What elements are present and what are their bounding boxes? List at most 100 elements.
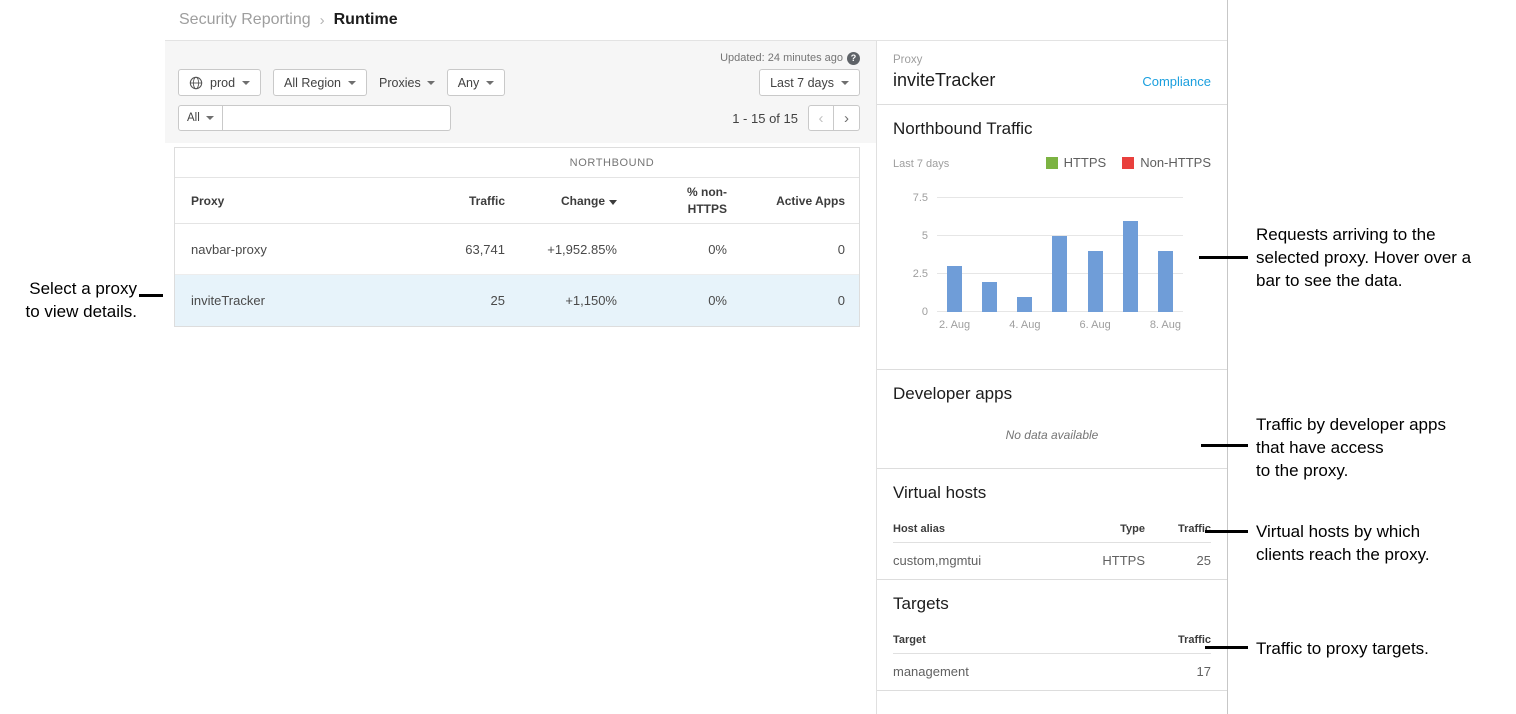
cell-active-apps: 0 bbox=[727, 242, 859, 257]
chart-bar[interactable] bbox=[1052, 236, 1067, 312]
chart-x-tick: 8. Aug bbox=[1148, 319, 1183, 331]
annotation-line: Select a proxy bbox=[0, 277, 137, 300]
annotation-targets: Traffic to proxy targets. bbox=[1256, 637, 1506, 660]
proxy-detail-panel: Proxy inviteTracker Compliance Northboun… bbox=[876, 41, 1227, 714]
chart-y-tick: 5 bbox=[922, 230, 928, 242]
group-header-label: NORTHBOUND bbox=[365, 157, 859, 169]
chart-bar-slot bbox=[1113, 198, 1148, 312]
breadcrumb-separator-icon: › bbox=[320, 12, 325, 29]
chevron-down-icon bbox=[348, 81, 356, 85]
chart-x-tick: 6. Aug bbox=[1078, 319, 1113, 331]
updated-text: Updated: 24 minutes ago bbox=[720, 52, 843, 64]
annotation-line: selected proxy. Hover over a bbox=[1256, 246, 1516, 269]
cell-traffic: 25 bbox=[365, 293, 505, 308]
chart-x-tick: 2. Aug bbox=[937, 319, 972, 331]
prev-page-button[interactable]: ‹ bbox=[808, 105, 834, 131]
callout-line-select-proxy bbox=[139, 294, 163, 297]
chart-bar[interactable] bbox=[1158, 251, 1173, 312]
chart-bar[interactable] bbox=[982, 282, 997, 312]
chart-x-tick bbox=[1113, 319, 1148, 331]
callout-line-virtual-hosts bbox=[1205, 530, 1248, 533]
section-title-developer-apps: Developer apps bbox=[893, 384, 1211, 404]
annotation-line: bar to see the data. bbox=[1256, 269, 1516, 292]
chart-y-tick: 2.5 bbox=[913, 268, 928, 280]
column-header-proxy[interactable]: Proxy bbox=[175, 194, 365, 208]
annotation-line: Virtual hosts by which bbox=[1256, 520, 1506, 543]
proxy-label: Proxy bbox=[893, 54, 1211, 66]
cell-proxy: navbar-proxy bbox=[175, 242, 365, 257]
column-header-traffic: Traffic bbox=[1145, 626, 1211, 654]
section-title-northbound: Northbound Traffic bbox=[893, 119, 1211, 139]
chart-bar-slot bbox=[1078, 198, 1113, 312]
chart-bar-slot bbox=[937, 198, 972, 312]
callout-line-targets bbox=[1205, 646, 1248, 649]
chart-bar[interactable] bbox=[1123, 221, 1138, 312]
column-header-non-https[interactable]: % non-HTTPS bbox=[617, 184, 727, 218]
chart-bar-slot bbox=[1007, 198, 1042, 312]
proxy-table: NORTHBOUND Proxy Traffic Change % non-HT… bbox=[174, 147, 860, 327]
cell-change: +1,952.85% bbox=[505, 242, 617, 257]
no-data-message: No data available bbox=[893, 428, 1211, 442]
region-label: All Region bbox=[284, 76, 341, 90]
chart-bars bbox=[937, 198, 1183, 312]
chart-bar[interactable] bbox=[1088, 251, 1103, 312]
annotation-line: clients reach the proxy. bbox=[1256, 543, 1506, 566]
column-header-change-label: Change bbox=[561, 194, 605, 208]
chart-bar[interactable] bbox=[947, 266, 962, 312]
table-row-selected[interactable]: inviteTracker 25 +1,150% 0% 0 bbox=[175, 275, 859, 326]
chart-y-tick: 7.5 bbox=[913, 192, 928, 204]
table-row[interactable]: navbar-proxy 63,741 +1,952.85% 0% 0 bbox=[175, 224, 859, 275]
chevron-down-icon bbox=[242, 81, 250, 85]
annotation-developer-apps: Traffic by developer apps that have acce… bbox=[1256, 413, 1506, 482]
legend-label: HTTPS bbox=[1064, 155, 1107, 170]
search-input[interactable] bbox=[223, 105, 451, 131]
annotation-line: to view details. bbox=[0, 300, 137, 323]
search-scope-dropdown[interactable]: All bbox=[178, 105, 223, 131]
chart-bar-slot bbox=[972, 198, 1007, 312]
column-header-type: Type bbox=[1055, 515, 1145, 543]
column-header-active-apps[interactable]: Active Apps bbox=[727, 194, 859, 208]
search-scope-label: All bbox=[187, 112, 200, 124]
cell-active-apps: 0 bbox=[727, 293, 859, 308]
legend-item: Non-HTTPS bbox=[1122, 155, 1211, 170]
annotation-line: that have access bbox=[1256, 436, 1506, 459]
help-icon[interactable]: ? bbox=[847, 52, 860, 65]
table-group-header: NORTHBOUND bbox=[175, 148, 859, 178]
sort-desc-icon bbox=[609, 200, 617, 205]
filter-bar: Updated: 24 minutes ago? prod All Region… bbox=[165, 41, 876, 143]
chart-bar-slot bbox=[1042, 198, 1077, 312]
column-header-change[interactable]: Change bbox=[505, 194, 617, 208]
targets-table: Target Traffic management 17 bbox=[893, 626, 1211, 690]
chart-subtitle: Last 7 days bbox=[893, 158, 949, 170]
targets-row[interactable]: management 17 bbox=[893, 654, 1211, 691]
chart-x-tick bbox=[972, 319, 1007, 331]
cell-non-https: 0% bbox=[617, 242, 727, 257]
next-page-button[interactable]: › bbox=[834, 105, 860, 131]
type-dropdown[interactable]: Any bbox=[447, 69, 506, 96]
breadcrumb-parent[interactable]: Security Reporting bbox=[179, 11, 311, 29]
section-title-targets: Targets bbox=[893, 594, 1211, 614]
chart-bar[interactable] bbox=[1017, 297, 1032, 312]
cell-traffic: 17 bbox=[1145, 654, 1211, 691]
cell-target: management bbox=[893, 654, 1145, 691]
legend-label: Non-HTTPS bbox=[1140, 155, 1211, 170]
column-header-non-https-label: % non-HTTPS bbox=[675, 184, 727, 218]
proxies-dropdown[interactable]: Proxies bbox=[379, 76, 435, 90]
legend-swatch-icon bbox=[1122, 157, 1134, 169]
legend-item: HTTPS bbox=[1046, 155, 1107, 170]
proxies-label: Proxies bbox=[379, 76, 421, 90]
compliance-link[interactable]: Compliance bbox=[1142, 74, 1211, 89]
chart-x-tick: 4. Aug bbox=[1007, 319, 1042, 331]
detail-header: Proxy inviteTracker Compliance bbox=[877, 41, 1227, 105]
callout-line-chart bbox=[1199, 256, 1248, 259]
section-title-virtual-hosts: Virtual hosts bbox=[893, 483, 1211, 503]
search-row: All 1 - 15 of 15 ‹ › bbox=[178, 105, 860, 131]
chart-plot: 02.557.5 bbox=[937, 198, 1183, 312]
updated-status: Updated: 24 minutes ago? bbox=[178, 50, 860, 66]
virtual-hosts-row[interactable]: custom,mgmtui HTTPS 25 bbox=[893, 543, 1211, 580]
environment-dropdown[interactable]: prod bbox=[178, 69, 261, 96]
chevron-down-icon bbox=[427, 81, 435, 85]
column-header-traffic[interactable]: Traffic bbox=[365, 194, 505, 208]
date-range-dropdown[interactable]: Last 7 days bbox=[759, 69, 860, 96]
region-dropdown[interactable]: All Region bbox=[273, 69, 367, 96]
